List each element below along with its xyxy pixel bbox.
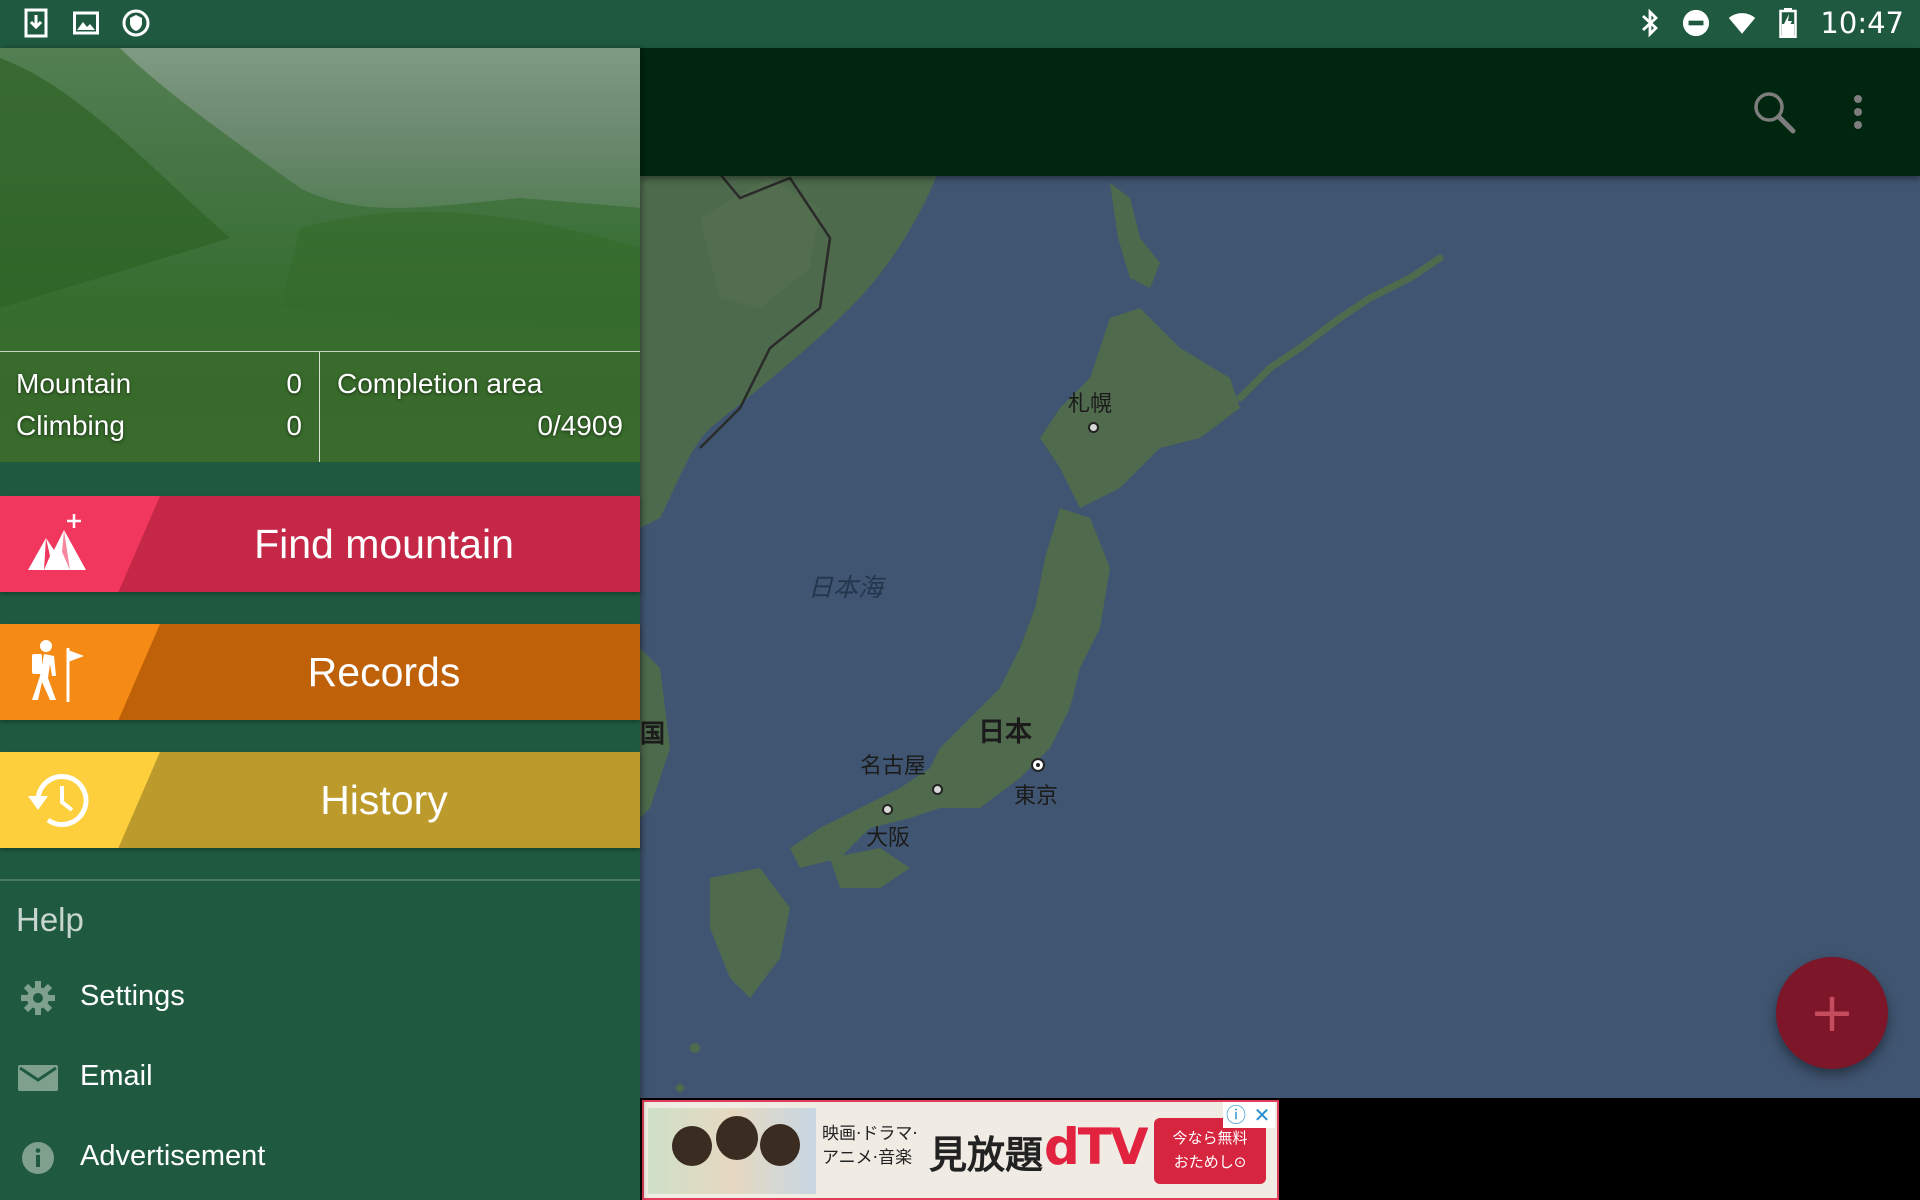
app-bar	[640, 48, 1920, 176]
mountain-count: 0	[286, 368, 302, 399]
mountain-sparkle-icon	[22, 510, 94, 578]
status-clock: 10:47	[1820, 6, 1904, 40]
advertisement-label: Advertisement	[80, 1140, 266, 1172]
capital-marker-tokyo	[1031, 758, 1045, 772]
ad-image	[648, 1108, 816, 1194]
bluetooth-icon	[1636, 8, 1664, 38]
search-icon[interactable]	[1746, 84, 1802, 140]
completion-area-label: Completion area	[337, 368, 543, 399]
info-icon	[18, 1138, 58, 1178]
add-icon: +	[1809, 981, 1855, 1044]
advertisement-item[interactable]: Advertisement	[0, 1128, 640, 1188]
more-vert-icon[interactable]	[1830, 84, 1886, 140]
vpn-shield-icon	[122, 8, 150, 38]
gear-icon	[18, 978, 58, 1018]
status-bar: 10:47	[0, 0, 1920, 48]
history-icon	[22, 766, 94, 834]
settings-item[interactable]: Settings	[0, 968, 640, 1028]
records-button[interactable]: Records	[0, 624, 640, 720]
city-marker-sapporo	[1088, 422, 1099, 433]
ad-headline: 見放題	[929, 1133, 1044, 1177]
ad-banner-area: 映画·ドラマ· アニメ·音楽 見放題 dTV 今なら無料 おためし⊙ ⓘ ✕	[640, 1098, 1920, 1200]
mail-icon	[18, 1058, 58, 1098]
battery-charging-icon	[1774, 8, 1802, 38]
climbing-label: Climbing	[16, 410, 125, 441]
map-label-tokyo: 東京	[1014, 784, 1059, 809]
ad-info-icon[interactable]: ⓘ	[1223, 1102, 1249, 1128]
stats-divider	[319, 352, 320, 462]
hiker-icon	[22, 638, 94, 706]
map-label-japan: 日本	[978, 717, 1032, 748]
ad-text-line1: 映画·ドラマ· アニメ·音楽	[822, 1124, 918, 1168]
download-icon	[22, 8, 50, 38]
image-icon	[72, 8, 100, 38]
map-label-nagoya: 名古屋	[860, 754, 927, 779]
stats-panel: Mountain 0 Climbing 0 Completion area 0/…	[0, 351, 640, 462]
email-label: Email	[80, 1060, 153, 1092]
climbing-count: 0	[286, 410, 302, 441]
history-button[interactable]: History	[0, 752, 640, 848]
map-label-sapporo: 札幌	[1068, 392, 1113, 417]
help-section-title: Help	[16, 901, 84, 938]
find-mountain-button[interactable]: Find mountain	[0, 496, 640, 592]
ad-banner[interactable]: 映画·ドラマ· アニメ·音楽 見放題 dTV 今なら無料 おためし⊙ ⓘ ✕	[642, 1100, 1279, 1200]
city-marker-nagoya	[932, 784, 943, 795]
map-label-osaka: 大阪	[866, 826, 911, 851]
city-marker-osaka	[882, 804, 893, 815]
history-label: History	[320, 777, 448, 823]
ad-close-icon[interactable]: ✕	[1249, 1102, 1275, 1128]
add-fab-button[interactable]: +	[1776, 957, 1888, 1069]
do-not-disturb-icon	[1682, 8, 1710, 38]
settings-label: Settings	[80, 980, 185, 1012]
wifi-icon	[1728, 8, 1756, 38]
find-mountain-label: Find mountain	[254, 521, 514, 567]
records-label: Records	[307, 649, 461, 695]
email-item[interactable]: Email	[0, 1048, 640, 1108]
map-label-sea-of-japan: 日本海	[808, 573, 884, 602]
mountain-label: Mountain	[16, 368, 132, 399]
drawer-divider	[0, 879, 640, 881]
ad-brand-logo: dTV	[1044, 1118, 1149, 1176]
map-land-shapes	[640, 167, 1444, 1132]
map-label-korea: 国	[640, 719, 666, 748]
map-view[interactable]: 札幌 日本海 日本 国 名古屋 東京 大阪	[640, 48, 1920, 1200]
navigation-drawer: Mountain 0 Climbing 0 Completion area 0/…	[0, 48, 640, 1200]
drawer-header: Mountain 0 Climbing 0 Completion area 0/…	[0, 48, 640, 462]
completion-area-value: 0/4909	[537, 410, 623, 441]
